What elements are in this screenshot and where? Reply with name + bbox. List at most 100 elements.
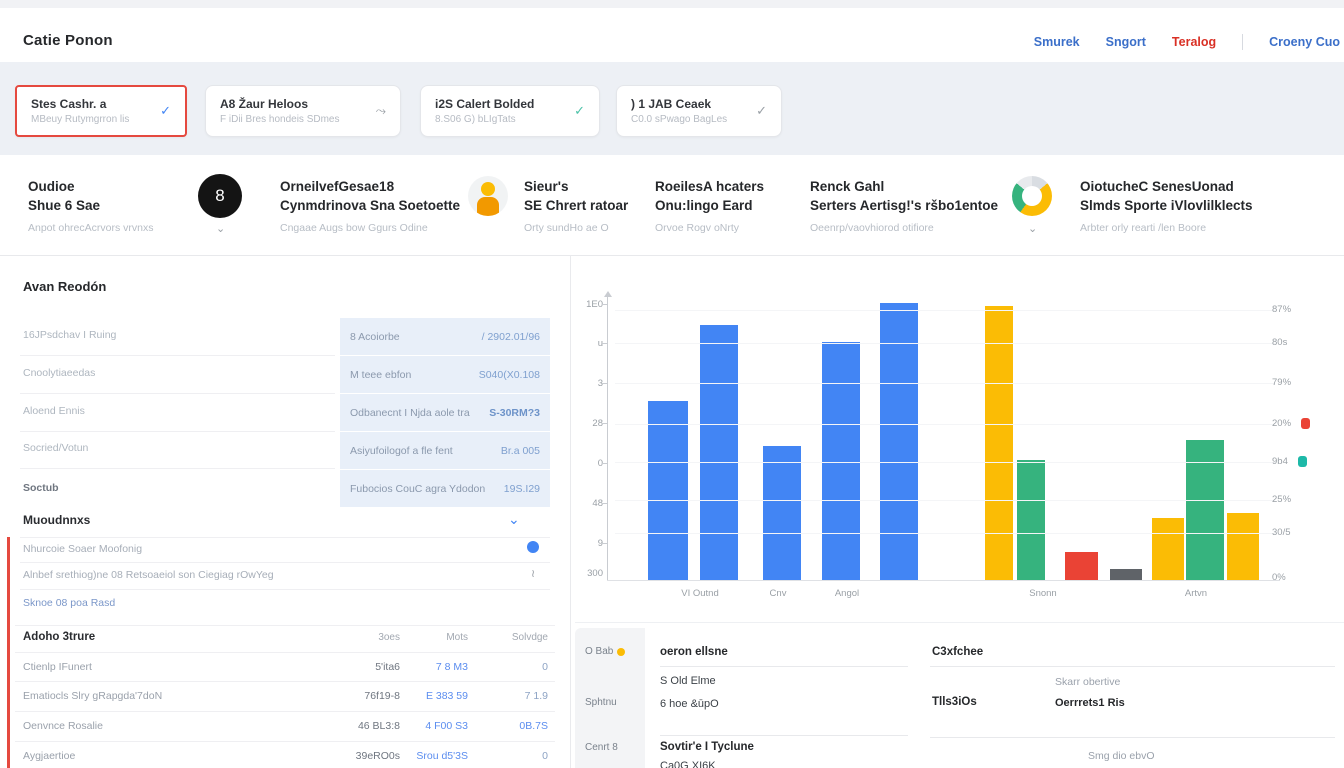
feature-block-2[interactable]: OrneilvefGesae18 Cynmdrinova Sna Soetoet… <box>280 177 465 234</box>
br-value-line2: Oerrrets1 Ris <box>1055 697 1125 709</box>
feature-block-3[interactable]: Sieur's SE Chrert ratoar Orty sundHo ae … <box>524 177 649 234</box>
bar <box>700 325 738 580</box>
y-axis-arrow <box>604 291 612 297</box>
gridline <box>615 343 1275 344</box>
row-separator <box>20 562 550 563</box>
info-cell: 8 Acoiorbe / 2902.01/96 <box>340 318 550 355</box>
chevron-down-icon[interactable]: ⌄ <box>216 222 225 235</box>
chart-bottom-divider <box>575 622 1344 623</box>
summary-card-3[interactable]: i2S Calert Bolded 8.S06 G) bLIgTats ✓ <box>420 85 600 137</box>
y-axis-label: 9 <box>575 538 603 549</box>
person-icon <box>468 176 508 216</box>
feature-line2: Shue 6 Sae <box>28 196 193 215</box>
bottom-tab-1[interactable]: O Bab <box>585 646 625 657</box>
check-icon: ✓ <box>574 103 585 119</box>
y-axis-label: 3 <box>575 378 603 389</box>
table-top-border <box>15 625 555 626</box>
summary-card-4[interactable]: ) 1 JAB Ceaek C0.0 sPwago BagLes ✓ <box>616 85 782 137</box>
bottom-tab-3[interactable]: Cenrt 8 <box>585 742 618 753</box>
feature-line2: SE Chrert ratoar <box>524 196 649 215</box>
bottom-tab-2[interactable]: Sphtnu <box>585 697 617 708</box>
br-title: C3xfchee <box>932 646 983 658</box>
chevron-down-icon[interactable]: ⌄ <box>508 511 520 528</box>
feature-line1: Sieur's <box>524 177 649 196</box>
link-row-2[interactable]: Alnbef srethiog)ne 08 Retsoaeiol son Cie… <box>23 569 274 581</box>
header: Catie Ponon Smurek Sngort Teralog Croeny… <box>0 8 1344 63</box>
feature-block-5[interactable]: Renck Gahl Serters Aertisg!'s ršbo1entoe… <box>810 177 1000 234</box>
gridline <box>615 310 1275 311</box>
row-separator <box>930 666 1335 667</box>
table-header-name: Adoho 3trure <box>23 631 95 643</box>
card-subtitle: MBeuy Rutymgrron lis <box>31 114 129 125</box>
br-footer: Smg dio ebvO <box>1088 750 1155 762</box>
gridline <box>615 383 1275 384</box>
right-axis-label: 20% <box>1272 418 1310 429</box>
bottom-tabs: O Bab Sphtnu Cenrt 8 <box>575 628 645 768</box>
legend-marker <box>1301 418 1310 429</box>
bm-row2-line2: 6 hoe &ūpO <box>660 698 719 710</box>
feature-block-1[interactable]: Oudioe Shue 6 Sae Anpot ohrecAcrvors vrv… <box>28 177 193 234</box>
feature-block-6[interactable]: OiotucheC SenesUonad Slmds Sporte iVlovl… <box>1080 177 1300 234</box>
y-axis-label: 28 <box>575 418 603 429</box>
blue-dot-icon[interactable] <box>527 541 539 553</box>
feature-sub: Orvoe Rogv oNrty <box>655 222 795 234</box>
row-separator <box>20 431 335 432</box>
feature-sub: Oeenrp/vaovhiorod otifiore <box>810 222 1000 234</box>
yellow-dot-icon <box>617 648 625 656</box>
y-axis-tick <box>602 503 607 504</box>
row-separator <box>20 355 335 356</box>
card-subtitle: C0.0 sPwago BagLes <box>631 114 727 125</box>
footer-link[interactable]: Sknoe 08 poa Rasd <box>23 597 115 609</box>
squiggle-icon: ≀ <box>531 567 535 580</box>
bm-row2-line1: S Old Elme <box>660 675 716 687</box>
y-axis-label: u <box>575 338 603 349</box>
row-separator <box>20 393 335 394</box>
info-cell: Fubocios CouC agra Ydodon 19S.I29 <box>340 470 550 507</box>
nav-link-4[interactable]: Croeny Cuo <box>1269 35 1340 49</box>
card-subtitle: 8.S06 G) bLIgTats <box>435 114 534 125</box>
bar-chart: 1E0u328048930087%80s79%20%9b425%30/50%VI… <box>575 255 1344 615</box>
link-row-1[interactable]: Nhurcoie Soaer Moofonig <box>23 543 142 555</box>
summary-card-1[interactable]: Stes Cashr. a MBeuy Rutymgrron lis ✓ <box>15 85 187 137</box>
y-axis-tick <box>602 383 607 384</box>
card-title: i2S Calert Bolded <box>435 97 534 111</box>
info-row-label: Aloend Ennis <box>23 405 85 417</box>
feature-line2: Cynmdrinova Sna Soetoette <box>280 196 465 215</box>
table-header-col3: Solvdge <box>488 632 548 643</box>
nav-link-1[interactable]: Smurek <box>1034 35 1080 49</box>
y-axis-label: 1E0 <box>575 299 603 310</box>
right-axis-label: 9b4 <box>1272 456 1307 467</box>
feature-block-4[interactable]: RoeilesA hcaters Onu:lingo Eard Orvoe Ro… <box>655 177 795 234</box>
bm-row1-title: oeron ellsne <box>660 646 728 658</box>
row-separator <box>660 735 908 736</box>
right-axis-label: 0% <box>1272 572 1286 583</box>
feature-sub: Arbter orly rearti /len Boore <box>1080 222 1300 234</box>
chevron-down-icon[interactable]: ⌄ <box>1028 222 1037 235</box>
feature-line1: Renck Gahl <box>810 177 1000 196</box>
y-axis-label: 300 <box>575 568 603 579</box>
feature-sub: Anpot ohrecAcrvors vrvnxs <box>28 222 193 234</box>
nav-link-2[interactable]: Sngort <box>1106 35 1146 49</box>
nav-divider <box>1242 34 1243 50</box>
summary-card-2[interactable]: A8 Žaur Heloos F iDii Bres hondeis SDmes… <box>205 85 401 137</box>
bm-row3-title: Sovtir'e I Tyclune <box>660 741 754 753</box>
right-axis-label: 80s <box>1272 337 1287 348</box>
info-row-label: Soctub <box>23 482 59 494</box>
card-subtitle: F iDii Bres hondeis SDmes <box>220 114 339 125</box>
x-axis-label: VI Outnd <box>655 588 745 599</box>
info-row-label: Socried/Votun <box>23 442 88 454</box>
row-separator <box>930 737 1335 738</box>
gridline <box>615 462 1275 463</box>
table-header-col2: Mots <box>408 632 468 643</box>
right-axis-label: 25% <box>1272 494 1291 505</box>
nav-link-3[interactable]: Teralog <box>1172 35 1216 49</box>
expand-row-label: Muoudnnxs <box>23 513 90 527</box>
row-separator <box>20 589 550 590</box>
info-cell: M teee ebfon S040(X0.108 <box>340 356 550 393</box>
info-row-label: 16JPsdchav I Ruing <box>23 329 116 341</box>
right-axis-label: 79% <box>1272 377 1291 388</box>
gridline <box>615 500 1275 501</box>
top-nav: Smurek Sngort Teralog Croeny Cuo <box>1034 34 1344 50</box>
bar <box>648 401 688 580</box>
info-cell: Odbanecnt I Njda aole tra S-30RM?3 <box>340 394 550 431</box>
